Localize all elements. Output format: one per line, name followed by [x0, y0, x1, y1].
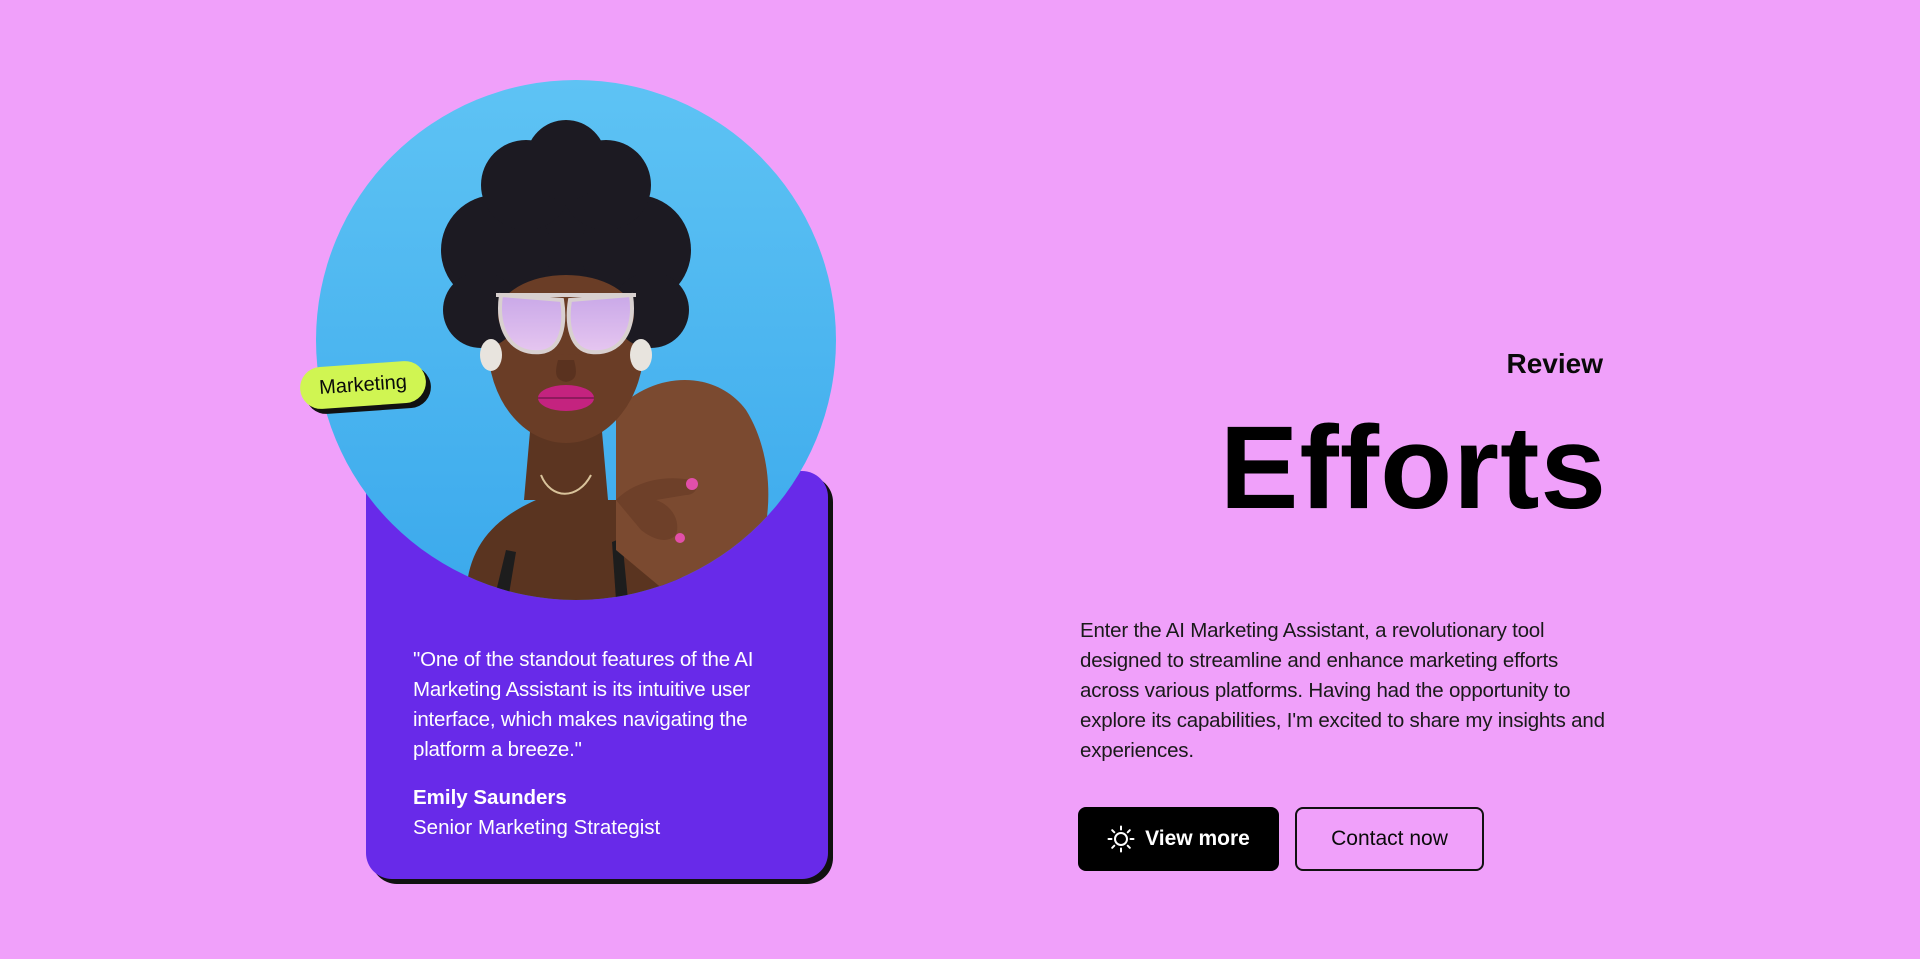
testimonial-photo: [316, 80, 836, 600]
author-role: Senior Marketing Strategist: [413, 816, 661, 839]
contact-now-label: Contact now: [1331, 827, 1448, 850]
page-title: Efforts: [1219, 402, 1607, 534]
contact-now-button[interactable]: Contact now: [1295, 807, 1484, 871]
person-portrait-illustration: [316, 80, 836, 600]
category-tag: Marketing: [298, 359, 428, 411]
description-text: Enter the AI Marketing Assistant, a revo…: [1080, 619, 1605, 762]
view-more-label: View more: [1145, 827, 1250, 850]
section-eyebrow: Review: [1506, 348, 1604, 379]
view-more-button[interactable]: View more: [1078, 807, 1279, 871]
author-name: Emily Saunders: [413, 786, 567, 809]
testimonial-quote: "One of the standout features of the AI …: [413, 648, 754, 761]
sun-icon: [1107, 825, 1135, 853]
